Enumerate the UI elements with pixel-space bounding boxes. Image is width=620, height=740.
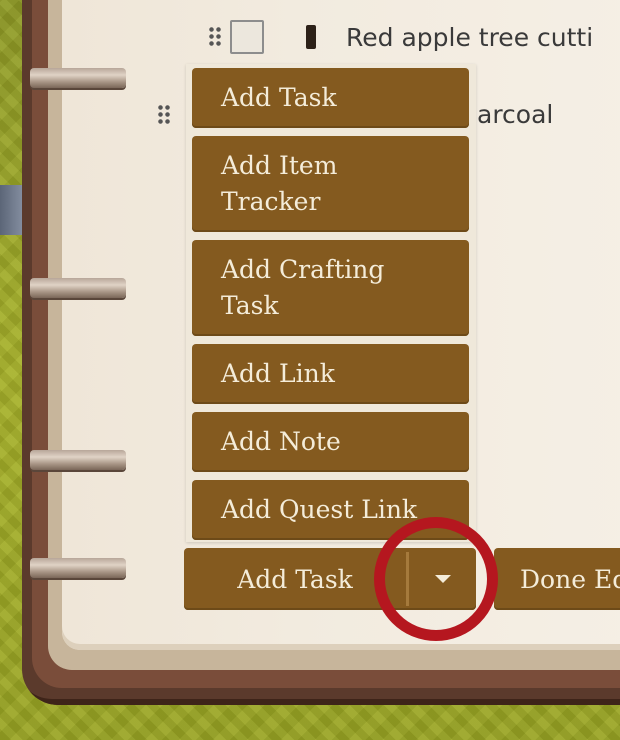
menu-item-add-link[interactable]: Add Link bbox=[192, 344, 469, 404]
add-task-button[interactable]: Add Task bbox=[184, 548, 406, 610]
menu-item-add-crafting-task[interactable]: Add Crafting Task bbox=[192, 240, 469, 336]
list-item: Red apple tree cutti bbox=[208, 20, 593, 54]
task-checkbox[interactable] bbox=[230, 20, 264, 54]
menu-item-label: Add Item Tracker bbox=[221, 151, 338, 216]
menu-item-label: Add Quest Link bbox=[221, 495, 418, 524]
task-text[interactable]: arcoal bbox=[477, 100, 553, 129]
menu-item-label: Add Crafting Task bbox=[221, 255, 385, 320]
done-editing-button[interactable]: Done Ed bbox=[494, 548, 620, 610]
highlight-circle bbox=[374, 517, 498, 641]
item-icon bbox=[306, 25, 316, 49]
binder-ring bbox=[30, 278, 126, 298]
binder-ring bbox=[30, 450, 126, 470]
task-text[interactable]: Red apple tree cutti bbox=[346, 23, 593, 52]
binder-ring bbox=[30, 68, 126, 88]
menu-item-add-note[interactable]: Add Note bbox=[192, 412, 469, 472]
menu-item-add-item-tracker[interactable]: Add Item Tracker bbox=[192, 136, 469, 232]
drag-handle-icon[interactable] bbox=[157, 103, 171, 126]
menu-item-label: Add Note bbox=[221, 427, 341, 456]
binder-ring bbox=[30, 558, 126, 578]
menu-item-label: Add Task bbox=[221, 83, 337, 112]
menu-item-label: Add Link bbox=[221, 359, 335, 388]
menu-item-add-task[interactable]: Add Task bbox=[192, 68, 469, 128]
drag-handle-icon[interactable] bbox=[208, 26, 222, 48]
